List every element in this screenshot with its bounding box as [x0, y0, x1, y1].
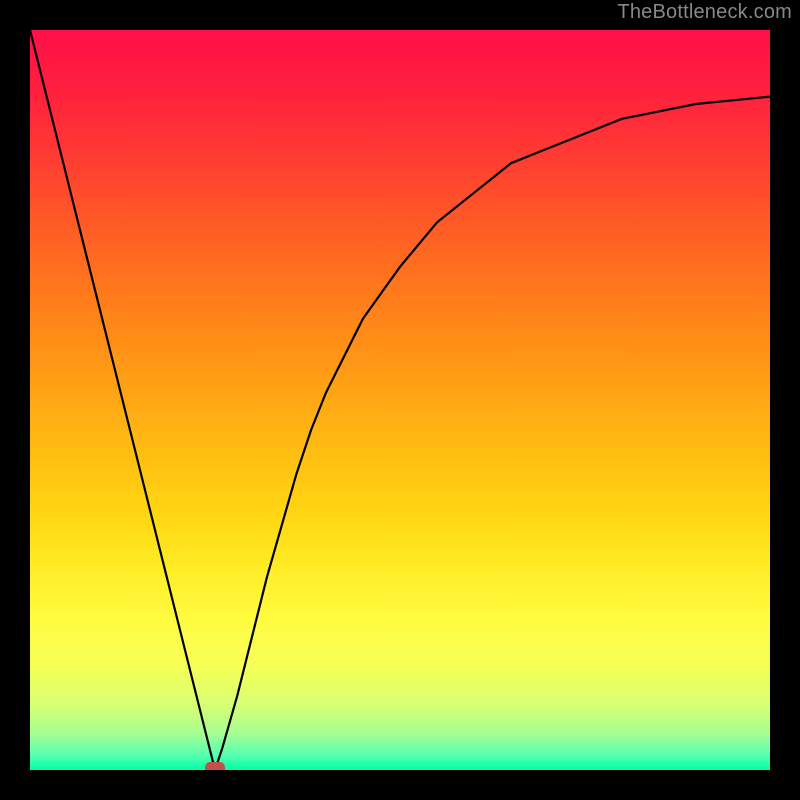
curve-layer [30, 30, 770, 770]
watermark-label: TheBottleneck.com [617, 1, 792, 24]
minimum-point-marker [205, 762, 225, 770]
plot-area [30, 30, 770, 770]
bottleneck-curve [30, 30, 770, 770]
chart-frame: TheBottleneck.com [0, 0, 800, 800]
